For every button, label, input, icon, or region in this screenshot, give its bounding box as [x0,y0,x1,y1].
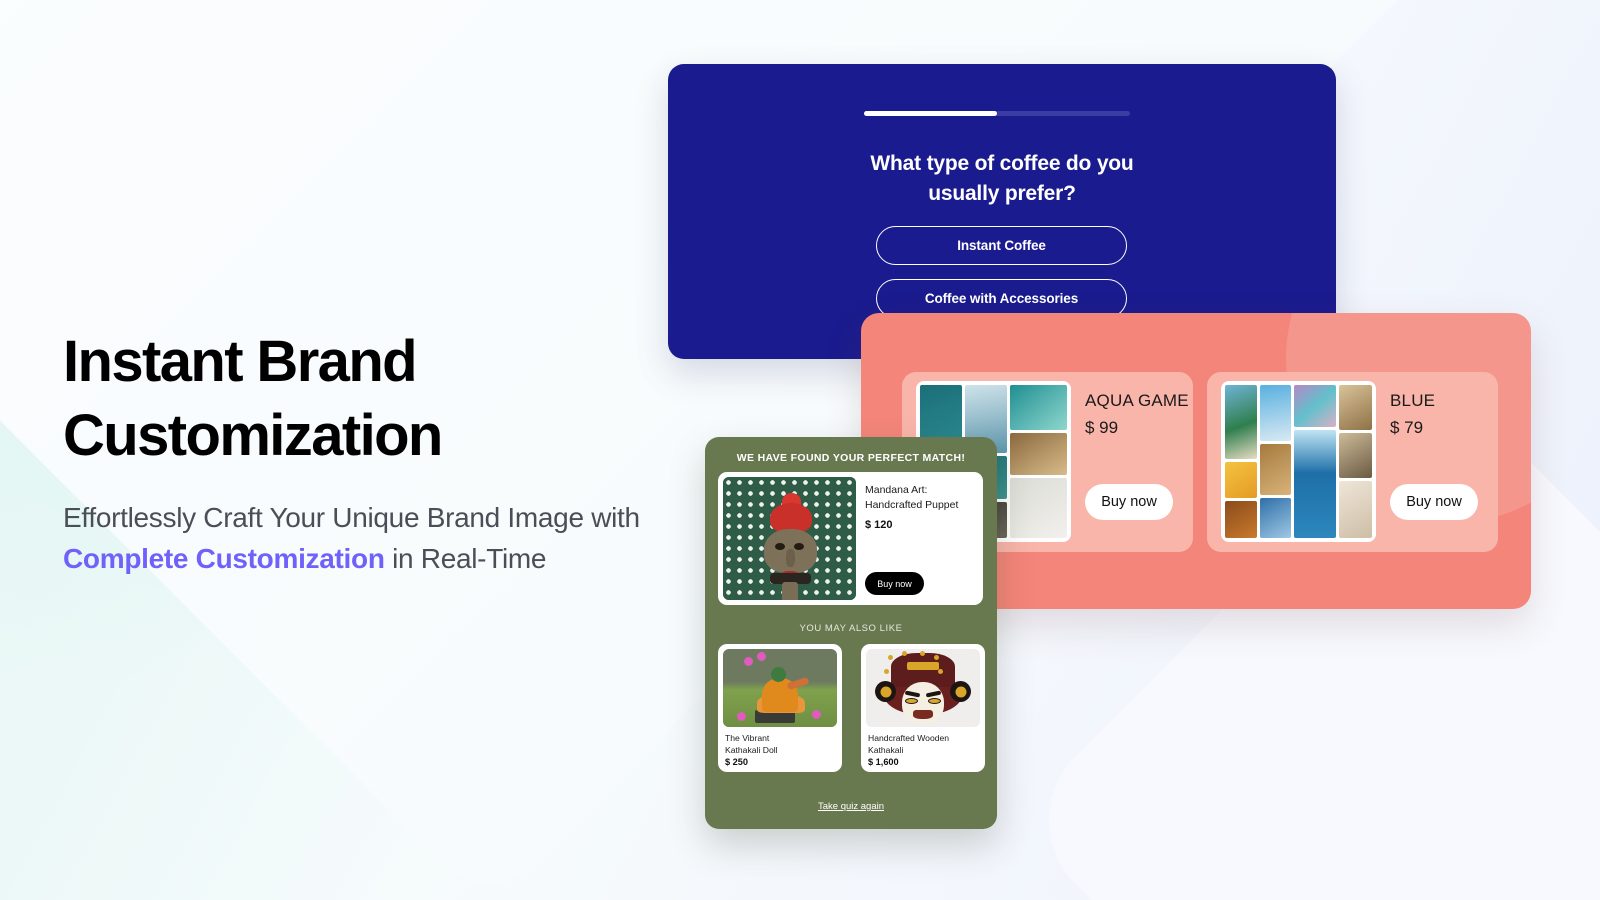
recommendation-price: $ 1,600 [868,757,899,767]
quiz-option-label: Coffee with Accessories [924,291,1079,306]
recommendation-image-kathakali-doll [723,649,837,727]
take-quiz-again-link[interactable]: Take quiz again [705,801,997,812]
you-may-also-like-label: YOU MAY ALSO LIKE [799,623,903,634]
quiz-result-card: WE HAVE FOUND YOUR PERFECT MATCH! Mandan… [705,437,997,829]
recommendation-image-wooden-kathakali [866,649,980,727]
page-title: Instant Brand Customization [63,325,703,472]
quiz-progress-fill [864,111,997,116]
match-title-line-2: Handcrafted Puppet [865,499,959,512]
perfect-match-product-image [723,477,856,600]
recommendation-title-line-2: Kathakali Doll [725,745,778,756]
quiz-question-text: What type of coffee do you usually prefe… [870,152,1134,206]
product-tile-blue[interactable]: BLUE $ 79 Buy now [1207,372,1498,552]
buy-now-button-blue[interactable]: Buy now [1390,484,1478,520]
perfect-match-product-card[interactable]: Mandana Art: Handcrafted Puppet $ 120 Bu… [718,472,983,605]
recommendation-title-line-1: The Vibrant [725,733,770,743]
result-header-text: WE HAVE FOUND YOUR PERFECT MATCH! [736,452,966,464]
perfect-match-info: Mandana Art: Handcrafted Puppet $ 120 [865,483,975,531]
match-title-line-1: Mandana Art: [865,484,928,496]
subtitle-accent-text: Complete Customization [63,542,385,574]
quiz-progress-bar [864,111,1130,116]
page-title-line-1: Instant Brand [63,329,418,394]
buy-now-label: Buy now [1406,494,1462,510]
quiz-option-instant-coffee[interactable]: Instant Coffee [876,226,1127,265]
product-price: $ 99 [1085,418,1119,437]
product-image-collage-blue [1221,381,1376,542]
recommendation-card-kathakali-doll[interactable]: The Vibrant Kathakali Doll $ 250 [718,644,842,772]
match-price: $ 120 [865,519,893,532]
product-name: BLUE [1390,391,1436,410]
buy-now-label: Buy now [1101,494,1157,510]
buy-now-button-perfect-match[interactable]: Buy now [865,572,924,595]
page-title-line-2: Customization [63,402,443,468]
recommendation-card-wooden-kathakali[interactable]: Handcrafted Wooden Kathakali $ 1,600 [861,644,985,772]
buy-now-button-aqua-game[interactable]: Buy now [1085,484,1173,520]
hero-section: Instant Brand Customization Effortlessly… [63,325,703,579]
recommendation-title-line-2: Kathakali [868,745,904,756]
recommendation-title-line-1: Handcrafted Wooden [868,733,950,743]
puppet-illustration [758,493,822,600]
buy-now-label: Buy now [877,578,912,589]
subtitle-text-start: Effortlessly Craft Your Unique Brand Ima… [63,502,640,534]
product-price: $ 79 [1390,418,1424,437]
quiz-option-label: Instant Coffee [957,238,1046,253]
product-name: AQUA GAME [1085,391,1189,410]
page-subtitle: Effortlessly Craft Your Unique Brand Ima… [63,498,703,579]
recommendation-price: $ 250 [725,757,748,767]
subtitle-text-end: in Real-Time [384,542,547,574]
